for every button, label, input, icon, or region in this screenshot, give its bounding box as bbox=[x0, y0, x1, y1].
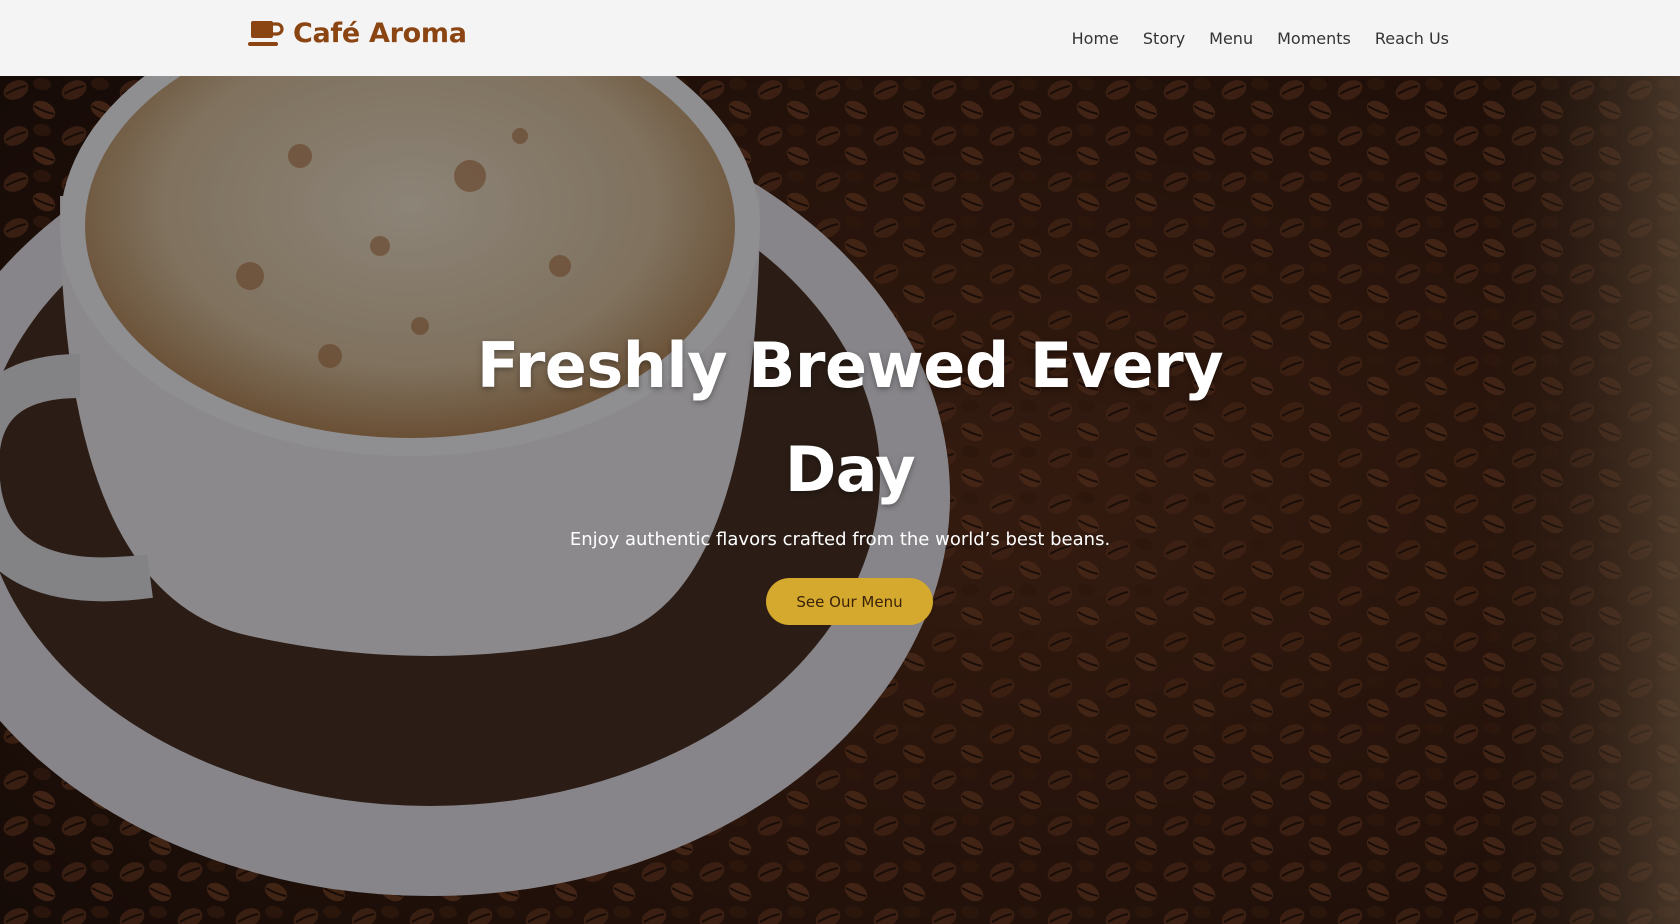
navbar: Café Aroma Home Story Menu Moments Reach… bbox=[0, 0, 1680, 76]
nav-reach-us[interactable]: Reach Us bbox=[1375, 29, 1449, 48]
hero-subtitle: Enjoy authentic flavors crafted from the… bbox=[569, 529, 1111, 550]
hero-content: Freshly Brewed Every Day Enjoy authentic… bbox=[0, 76, 1680, 924]
nav-menu[interactable]: Menu bbox=[1209, 29, 1253, 48]
brand-logo-link[interactable]: Café Aroma bbox=[248, 18, 467, 49]
main-nav: Home Story Menu Moments Reach Us bbox=[1072, 0, 1449, 76]
brand-name: Café Aroma bbox=[293, 18, 467, 49]
nav-moments[interactable]: Moments bbox=[1277, 29, 1351, 48]
nav-story[interactable]: Story bbox=[1143, 29, 1185, 48]
nav-home[interactable]: Home bbox=[1072, 29, 1119, 48]
coffee-cup-icon bbox=[248, 20, 284, 48]
hero-section: Freshly Brewed Every Day Enjoy authentic… bbox=[0, 76, 1680, 924]
hero-title: Freshly Brewed Every Day bbox=[476, 329, 1224, 506]
see-menu-button[interactable]: See Our Menu bbox=[766, 578, 933, 625]
